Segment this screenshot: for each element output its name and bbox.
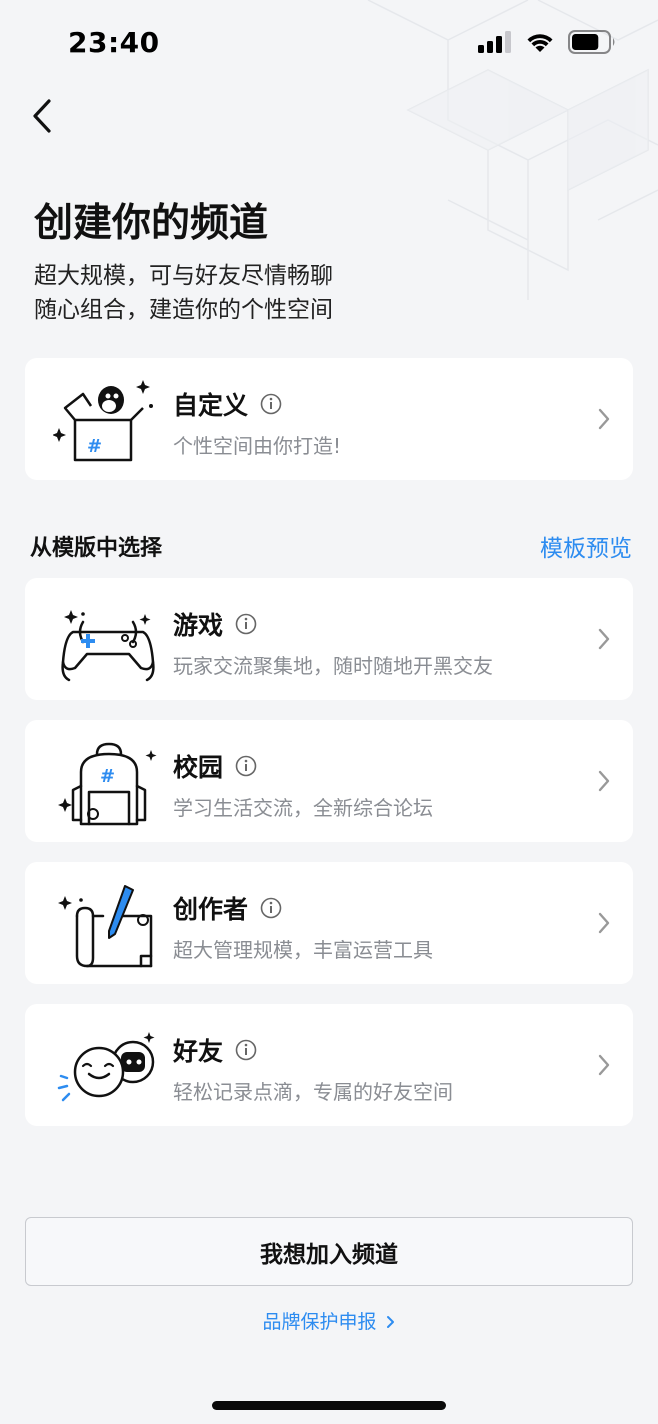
custom-channel-card[interactable]: # 自定义 个性空间由你打造! (25, 358, 633, 480)
chevron-right-icon (598, 628, 610, 650)
chevron-left-icon (33, 99, 51, 133)
info-icon[interactable] (260, 897, 282, 919)
chevron-right-icon (598, 1054, 610, 1076)
card-title-text: 自定义 (173, 391, 249, 420)
card-description: 轻松记录点滴，专属的好友空间 (173, 1080, 453, 1104)
card-title: 校园 (173, 748, 257, 784)
template-card-friends[interactable]: 好友 轻松记录点滴，专属的好友空间 (25, 1004, 633, 1126)
signal-icon (478, 31, 511, 53)
wifi-icon (527, 34, 553, 52)
card-title: 自定义 (173, 386, 282, 422)
svg-text:#: # (87, 436, 102, 457)
card-title-text: 校园 (173, 753, 224, 782)
page-title: 创建你的频道 (34, 201, 269, 246)
card-title-text: 创作者 (173, 895, 249, 924)
card-description: 玩家交流聚集地，随时随地开黑交友 (173, 654, 493, 678)
status-time: 23:40 (68, 26, 160, 59)
chevron-right-icon (598, 912, 610, 934)
info-icon[interactable] (260, 393, 282, 415)
battery-icon (568, 30, 615, 54)
backpack-icon: # (58, 742, 157, 826)
card-description: 个性空间由你打造! (173, 434, 342, 458)
gamepad-icon (61, 610, 155, 682)
chevron-right-icon (386, 1316, 394, 1328)
join-channel-button[interactable]: 我想加入频道 (25, 1217, 633, 1286)
card-title-text: 好友 (173, 1037, 224, 1066)
card-title: 创作者 (173, 890, 282, 926)
status-icons (478, 30, 616, 54)
card-description: 超大管理规模，丰富运营工具 (173, 938, 433, 962)
template-card-game[interactable]: 游戏 玩家交流聚集地，随时随地开黑交友 (25, 578, 633, 700)
friends-icon (57, 1032, 155, 1102)
status-bar: 23:40 (0, 0, 658, 88)
section-label: 从模版中选择 (30, 536, 163, 561)
chevron-right-icon (598, 408, 610, 430)
home-indicator (212, 1401, 446, 1410)
back-button[interactable] (22, 96, 62, 136)
card-title: 游戏 (173, 606, 257, 642)
custom-box-icon: # (53, 380, 153, 462)
card-title-text: 游戏 (173, 611, 224, 640)
card-title: 好友 (173, 1032, 257, 1068)
svg-text:#: # (100, 766, 115, 787)
brand-protection-report-link[interactable]: 品牌保护申报 (0, 1307, 658, 1334)
subtitle-line-1: 超大规模，可与好友尽情畅聊 (34, 263, 333, 289)
info-icon[interactable] (235, 1039, 257, 1061)
card-description: 学习生活交流，全新综合论坛 (173, 796, 433, 820)
scroll-pen-icon (58, 885, 153, 968)
report-link-label: 品牌保护申报 (262, 1311, 377, 1333)
info-icon[interactable] (235, 755, 257, 777)
subtitle-line-2: 随心组合，建造你的个性空间 (34, 297, 333, 323)
template-card-creator[interactable]: 创作者 超大管理规模，丰富运营工具 (25, 862, 633, 984)
template-preview-link[interactable]: 模板预览 (540, 529, 632, 563)
template-card-campus[interactable]: # 校园 学习生活交流，全新综合论坛 (25, 720, 633, 842)
info-icon[interactable] (235, 613, 257, 635)
chevron-right-icon (598, 770, 610, 792)
